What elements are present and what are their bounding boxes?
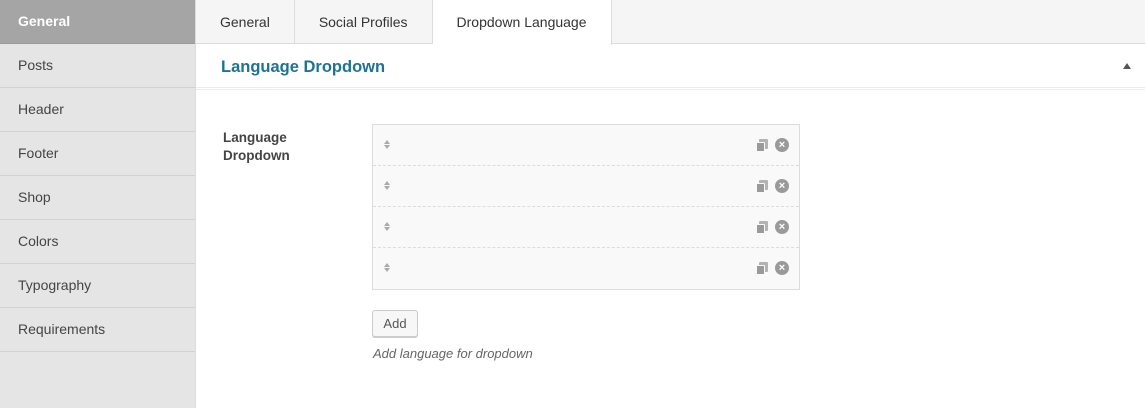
remove-icon[interactable]: × [775,179,789,193]
sort-handle-icon[interactable] [384,262,390,274]
repeater-row: × [373,248,799,289]
remove-icon[interactable]: × [775,220,789,234]
sidebar-item-header[interactable]: Header [0,88,195,132]
tab-general[interactable]: General [196,0,295,44]
add-button[interactable]: Add [372,310,418,337]
repeater-row: × [373,207,799,248]
copy-icon[interactable] [756,262,768,275]
sort-handle-icon[interactable] [384,180,390,192]
triangle-up-icon[interactable] [1123,63,1131,69]
copy-icon[interactable] [756,180,768,193]
sidebar-item-colors[interactable]: Colors [0,220,195,264]
sidebar-nav: General Posts Header Footer Shop Colors … [0,0,196,408]
field-description: Add language for dropdown [373,346,533,361]
sidebar-item-footer[interactable]: Footer [0,132,195,176]
repeater-row: × [373,125,799,166]
section-title: Language Dropdown [221,58,386,76]
repeater-row: × [373,166,799,207]
tab-dropdown-language[interactable]: Dropdown Language [432,0,612,45]
section-header: Language Dropdown [196,44,1145,90]
copy-icon[interactable] [756,139,768,152]
copy-icon[interactable] [756,221,768,234]
sidebar-item-shop[interactable]: Shop [0,176,195,220]
sort-handle-icon[interactable] [384,221,390,233]
field-label: Language Dropdown [223,130,290,163]
sidebar-item-general[interactable]: General [0,0,195,44]
remove-icon[interactable]: × [775,261,789,275]
language-repeater: × × × × [372,124,800,290]
tab-bar: General Social Profiles Dropdown Languag… [196,0,1145,45]
sort-handle-icon[interactable] [384,139,390,151]
sidebar-item-posts[interactable]: Posts [0,44,195,88]
sidebar-item-typography[interactable]: Typography [0,264,195,308]
tab-social-profiles[interactable]: Social Profiles [295,0,433,44]
sidebar-item-requirements[interactable]: Requirements [0,308,195,352]
main-panel: General Social Profiles Dropdown Languag… [196,0,1145,408]
remove-icon[interactable]: × [775,138,789,152]
